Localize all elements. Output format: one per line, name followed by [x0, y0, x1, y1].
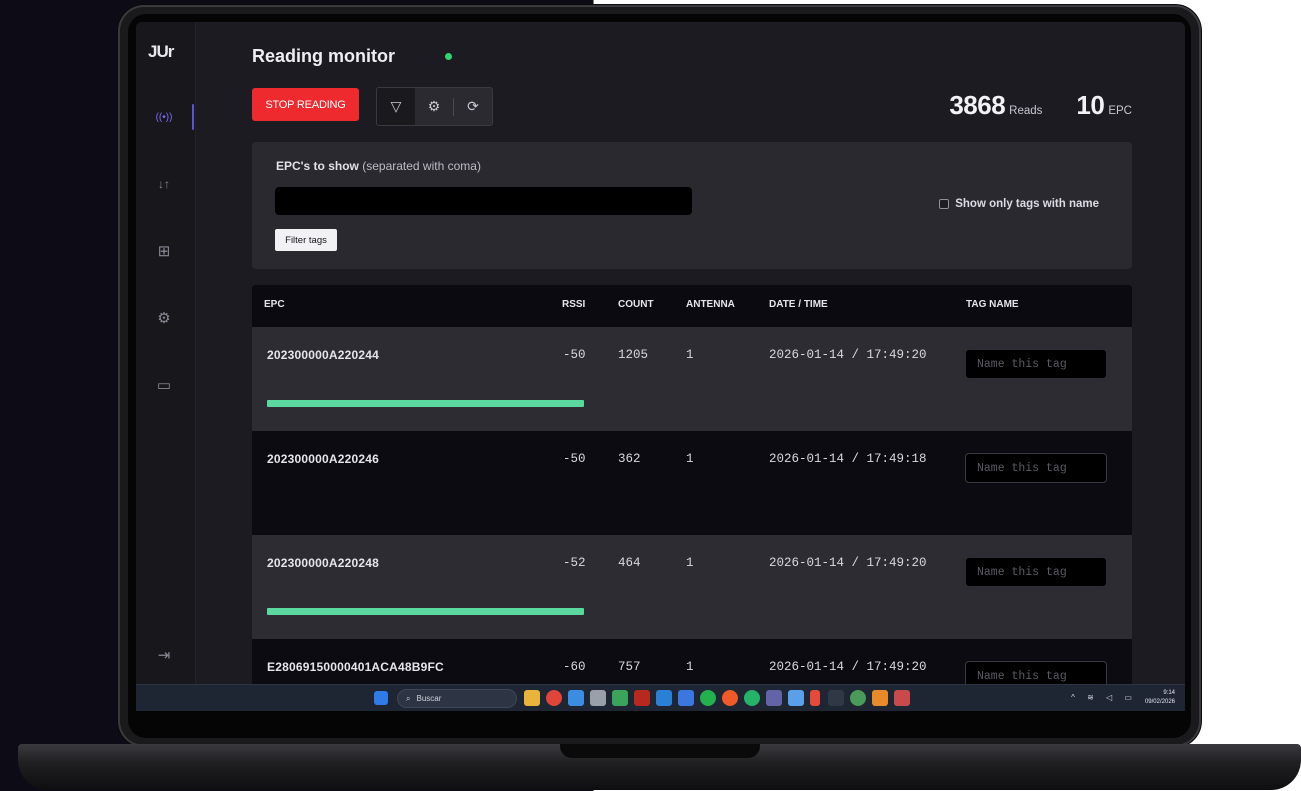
toolbar-group: ▽ ⚙ ⟳ — [376, 87, 493, 126]
tag-name-input[interactable] — [965, 453, 1107, 483]
image-viewer-icon[interactable] — [894, 690, 910, 706]
filter-label: EPC's to show (separated with coma) — [276, 159, 481, 173]
header-epc: EPC — [264, 299, 285, 310]
search-icon: ⌕ — [406, 693, 411, 703]
rssi-value: -50 — [563, 452, 586, 466]
mail-icon[interactable] — [568, 690, 584, 706]
epc-value: 202300000A220244 — [267, 348, 379, 362]
reads-label: Reads — [1009, 105, 1043, 117]
datetime-value: 2026-01-14 / 17:49:20 — [769, 556, 927, 570]
header-antenna: ANTENNA — [686, 299, 735, 310]
epc-value: 202300000A220248 — [267, 556, 379, 570]
header-datetime: DATE / TIME — [769, 299, 828, 310]
active-indicator — [192, 104, 194, 130]
taskbar-search-label: Buscar — [416, 694, 442, 703]
teams-icon[interactable] — [766, 690, 782, 706]
figma-icon[interactable] — [810, 690, 820, 706]
epc-value: 202300000A220246 — [267, 452, 379, 466]
epc-table: EPC RSSI COUNT ANTENNA DATE / TIME TAG N… — [252, 285, 1132, 705]
antenna-value: 1 — [686, 556, 694, 570]
datetime-value: 2026-01-14 / 17:49:18 — [769, 452, 927, 466]
filter-label-title: EPC's to show — [276, 159, 359, 173]
antenna-signal-icon[interactable]: ((•)) — [153, 106, 175, 128]
logout-icon[interactable]: ⇥ — [153, 644, 175, 666]
filter-label-hint: (separated with coma) — [362, 159, 481, 173]
game-icon[interactable] — [850, 690, 866, 706]
status-indicator — [445, 53, 452, 60]
table-row: 202300000A220248 -52 464 1 2026-01-14 / … — [252, 535, 1132, 639]
filter-panel: EPC's to show (separated with coma) Filt… — [252, 142, 1132, 269]
settings-icon[interactable]: ⚙ — [415, 88, 453, 125]
header-tag-name: TAG NAME — [966, 299, 1019, 310]
filezilla-icon[interactable] — [634, 690, 650, 706]
rssi-value: -50 — [563, 348, 586, 362]
taskbar-date: 09/02/2026 — [1144, 699, 1175, 705]
table-header: EPC RSSI COUNT ANTENNA DATE / TIME TAG N… — [252, 285, 1132, 327]
app-logo: JUr — [148, 42, 174, 61]
rssi-bar — [267, 400, 584, 407]
rssi-bar — [267, 608, 584, 615]
network-icon[interactable]: ⊞ — [153, 240, 175, 262]
taskbar: ⌕ Buscar ^ ≋ ◁ ▭ 9:14 09/02/2026 — [136, 684, 1185, 711]
browser-icon[interactable] — [722, 690, 738, 706]
taskbar-search[interactable]: ⌕ Buscar — [397, 689, 517, 708]
tag-name-input[interactable] — [965, 349, 1107, 379]
laptop-notch — [560, 744, 760, 758]
antenna-value: 1 — [686, 348, 694, 362]
terminal-icon[interactable] — [828, 690, 844, 706]
app-screen: JUr ((•)) ↓↑ ⊞ ⚙ ▭ ⇥ Reading monitor STO… — [136, 22, 1185, 711]
epc-value: E28069150000401ACA48B9FC — [267, 660, 444, 674]
show-only-named-label: Show only tags with name — [955, 198, 1099, 210]
windows-start-icon[interactable] — [374, 691, 388, 705]
epc-label: EPC — [1108, 105, 1132, 117]
count-value: 1205 — [618, 348, 649, 362]
taskbar-time: 9:14 — [1163, 690, 1175, 696]
rssi-value: -52 — [563, 556, 586, 570]
refresh-icon[interactable]: ⟳ — [454, 88, 492, 125]
table-row: 202300000A220246 -50 362 1 2026-01-14 / … — [252, 431, 1132, 535]
count-value: 362 — [618, 452, 641, 466]
filter-tags-button[interactable]: Filter tags — [275, 229, 337, 251]
gear-icon[interactable]: ⚙ — [153, 307, 175, 329]
page-title: Reading monitor — [252, 46, 395, 66]
spotify-icon[interactable] — [700, 690, 716, 706]
antenna-value: 1 — [686, 452, 694, 466]
todo-icon[interactable] — [678, 690, 694, 706]
tag-name-input[interactable] — [965, 557, 1107, 587]
taskbar-clock[interactable]: 9:14 09/02/2026 — [1145, 689, 1175, 707]
table-row: 202300000A220244 -50 1205 1 2026-01-14 /… — [252, 327, 1132, 431]
xbox-icon[interactable] — [744, 690, 760, 706]
header-rssi: RSSI — [562, 299, 586, 310]
header-count: COUNT — [618, 299, 654, 310]
antenna-value: 1 — [686, 660, 694, 674]
datetime-value: 2026-01-14 / 17:49:20 — [769, 660, 927, 674]
count-value: 757 — [618, 660, 641, 674]
datetime-value: 2026-01-14 / 17:49:20 — [769, 348, 927, 362]
system-tray-icons[interactable]: ^ ≋ ◁ ▭ — [1071, 693, 1137, 702]
keyboard-icon[interactable]: ▭ — [153, 374, 175, 396]
epc-count: 10 — [1076, 90, 1105, 120]
epc-filter-input[interactable] — [275, 187, 692, 215]
filter-icon[interactable]: ▽ — [377, 88, 416, 125]
reads-count: 3868 — [949, 90, 1006, 120]
sidebar: JUr ((•)) ↓↑ ⊞ ⚙ ▭ ⇥ — [136, 22, 196, 684]
editor-icon[interactable] — [612, 690, 628, 706]
rssi-value: -60 — [563, 660, 586, 674]
chrome-icon[interactable] — [546, 690, 562, 706]
show-only-named-toggle[interactable]: Show only tags with name — [939, 198, 1099, 210]
package-icon[interactable] — [872, 690, 888, 706]
app-icon[interactable] — [590, 690, 606, 706]
read-stats: 3868 Reads 10 EPC — [949, 90, 1132, 121]
stop-reading-button[interactable]: STOP READING — [252, 88, 359, 121]
vscode-icon[interactable] — [656, 690, 672, 706]
show-only-named-checkbox[interactable] — [939, 199, 950, 209]
sliders-icon[interactable]: ↓↑ — [153, 173, 175, 195]
file-explorer-icon[interactable] — [524, 690, 540, 706]
count-value: 464 — [618, 556, 641, 570]
snip-icon[interactable] — [788, 690, 804, 706]
